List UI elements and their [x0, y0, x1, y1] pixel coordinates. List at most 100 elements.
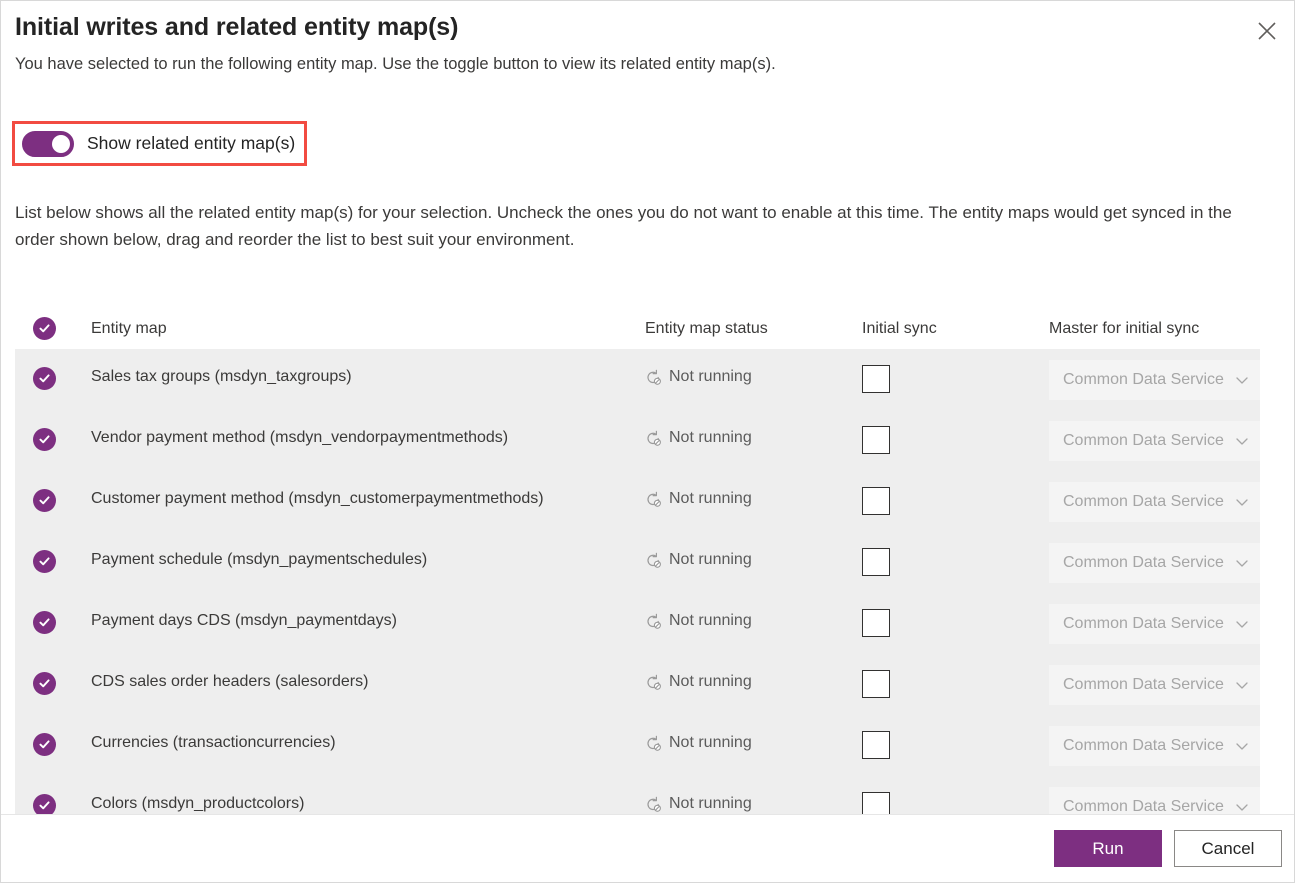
sync-not-running-icon [645, 613, 662, 630]
master-for-initial-sync-value: Common Data Service [1063, 371, 1224, 388]
master-for-initial-sync-value: Common Data Service [1063, 737, 1224, 754]
check-circle-icon [33, 794, 56, 814]
entity-map-status-text: Not running [669, 429, 752, 446]
initial-sync-checkbox[interactable] [862, 426, 890, 454]
entity-map-name: Currencies (transactioncurrencies) [91, 734, 336, 751]
entity-map-status-text: Not running [669, 673, 752, 690]
initial-sync-checkbox[interactable] [862, 548, 890, 576]
check-circle-icon [33, 672, 56, 695]
master-for-initial-sync-value: Common Data Service [1063, 798, 1224, 814]
check-circle-icon [33, 733, 56, 756]
master-for-initial-sync-value: Common Data Service [1063, 676, 1224, 693]
row-select-checkbox[interactable] [33, 733, 56, 756]
show-related-entity-maps-label: Show related entity map(s) [87, 133, 296, 153]
sync-not-running-icon [645, 735, 662, 752]
sync-not-running-icon [645, 674, 662, 691]
row-select-checkbox[interactable] [33, 428, 56, 451]
table-row[interactable]: Vendor payment method (msdyn_vendorpayme… [15, 410, 1260, 471]
master-for-initial-sync-dropdown: Common Data Service [1049, 604, 1260, 644]
master-for-initial-sync-value: Common Data Service [1063, 432, 1224, 449]
entity-map-status: Not running [645, 673, 752, 691]
table-row[interactable]: Sales tax groups (msdyn_taxgroups) Not ru… [15, 349, 1260, 410]
entity-map-status-text: Not running [669, 490, 752, 507]
entity-map-status: Not running [645, 795, 752, 813]
entity-map-name: Vendor payment method (msdyn_vendorpayme… [91, 429, 509, 446]
entity-map-name: Customer payment method (msdyn_customerp… [91, 490, 544, 507]
table-row[interactable]: Payment days CDS (msdyn_paymentdays) Not … [15, 593, 1260, 654]
chevron-down-icon [1234, 616, 1250, 632]
initial-sync-checkbox[interactable] [862, 487, 890, 515]
column-header-initial-sync: Initial sync [862, 320, 937, 337]
master-for-initial-sync-dropdown: Common Data Service [1049, 665, 1260, 705]
entity-map-status-text: Not running [669, 612, 752, 629]
chevron-down-icon [1234, 433, 1250, 449]
chevron-down-icon [1234, 799, 1250, 814]
initial-sync-checkbox[interactable] [862, 731, 890, 759]
column-header-master-for-initial-sync: Master for initial sync [1049, 320, 1200, 337]
table-row[interactable]: Customer payment method (msdyn_customerp… [15, 471, 1260, 532]
entity-map-status-text: Not running [669, 368, 752, 385]
initial-sync-checkbox[interactable] [862, 792, 890, 814]
table-row[interactable]: Payment schedule (msdyn_paymentschedules… [15, 532, 1260, 593]
toggle-knob [52, 134, 70, 153]
entity-map-dialog: Initial writes and related entity map(s)… [0, 0, 1295, 883]
list-description: List below shows all the related entity … [15, 203, 1232, 249]
row-select-checkbox[interactable] [33, 611, 56, 634]
column-header-entity-map: Entity map [91, 320, 167, 337]
entity-map-status: Not running [645, 612, 752, 630]
chevron-down-icon [1234, 372, 1250, 388]
dialog-subtitle: You have selected to run the following e… [15, 55, 776, 73]
entity-map-status: Not running [645, 429, 752, 447]
master-for-initial-sync-dropdown: Common Data Service [1049, 543, 1260, 583]
master-for-initial-sync-dropdown: Common Data Service [1049, 482, 1260, 522]
chevron-down-icon [1234, 494, 1250, 510]
sync-not-running-icon [645, 552, 662, 569]
master-for-initial-sync-dropdown: Common Data Service [1049, 360, 1260, 400]
row-select-checkbox[interactable] [33, 550, 56, 573]
table-row[interactable]: CDS sales order headers (salesorders) Not… [15, 654, 1260, 715]
master-for-initial-sync-value: Common Data Service [1063, 554, 1224, 571]
page-title: Initial writes and related entity map(s) [15, 13, 459, 41]
close-icon [1256, 20, 1278, 42]
run-button[interactable]: Run [1054, 830, 1162, 867]
table-row[interactable]: Colors (msdyn_productcolors) Not running C… [15, 776, 1260, 814]
entity-map-name: Payment schedule (msdyn_paymentschedules… [91, 551, 428, 568]
row-select-checkbox[interactable] [33, 672, 56, 695]
entity-map-name: CDS sales order headers (salesorders) [91, 673, 369, 690]
show-related-entity-maps-toggle[interactable] [22, 130, 74, 157]
dialog-footer: Run Cancel [1, 814, 1294, 882]
row-select-checkbox[interactable] [33, 489, 56, 512]
master-for-initial-sync-dropdown: Common Data Service [1049, 421, 1260, 461]
entity-map-status-text: Not running [669, 795, 752, 812]
sync-not-running-icon [645, 491, 662, 508]
check-circle-icon [33, 367, 56, 390]
sync-not-running-icon [645, 430, 662, 447]
entity-map-name: Sales tax groups (msdyn_taxgroups) [91, 368, 352, 385]
check-circle-icon [33, 550, 56, 573]
initial-sync-checkbox[interactable] [862, 365, 890, 393]
master-for-initial-sync-value: Common Data Service [1063, 493, 1224, 510]
row-select-checkbox[interactable] [33, 367, 56, 390]
entity-map-status: Not running [645, 490, 752, 508]
chevron-down-icon [1234, 738, 1250, 754]
check-circle-icon [33, 611, 56, 634]
initial-sync-checkbox[interactable] [862, 609, 890, 637]
entity-map-status-text: Not running [669, 734, 752, 751]
select-all-check-icon [33, 317, 56, 340]
entity-map-status: Not running [645, 551, 752, 569]
initial-sync-checkbox[interactable] [862, 670, 890, 698]
show-related-toggle-callout: Show related entity map(s) [12, 121, 307, 166]
check-circle-icon [33, 428, 56, 451]
select-all-checkbox[interactable] [33, 317, 56, 340]
row-select-checkbox[interactable] [33, 794, 56, 814]
chevron-down-icon [1234, 555, 1250, 571]
sync-not-running-icon [645, 369, 662, 386]
chevron-down-icon [1234, 677, 1250, 693]
cancel-button[interactable]: Cancel [1174, 830, 1282, 867]
entity-map-name: Payment days CDS (msdyn_paymentdays) [91, 612, 397, 629]
master-for-initial-sync-value: Common Data Service [1063, 615, 1224, 632]
master-for-initial-sync-dropdown: Common Data Service [1049, 787, 1260, 814]
entity-map-list[interactable]: Sales tax groups (msdyn_taxgroups) Not ru… [15, 349, 1260, 814]
close-button[interactable] [1246, 11, 1288, 51]
table-row[interactable]: Currencies (transactioncurrencies) Not ru… [15, 715, 1260, 776]
